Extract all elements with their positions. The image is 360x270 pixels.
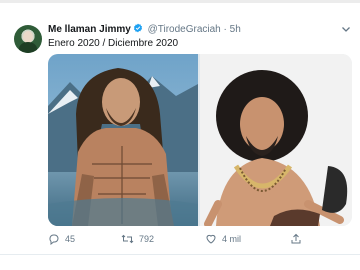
separator-dot: · [223,24,227,35]
author-handle[interactable]: @TirodeGraciah [148,24,221,35]
like-button[interactable]: 4 mil [205,231,241,247]
reply-button[interactable]: 45 [48,231,75,247]
retweet-count: 792 [139,234,155,244]
chevron-down-icon[interactable] [339,22,353,36]
window-top-border [0,0,360,3]
avatar[interactable] [14,25,42,53]
tweet-text: Enero 2020 / Diciembre 2020 [48,38,179,49]
tweet-bottom-divider [0,254,360,255]
tweet-timestamp[interactable]: 5h [230,24,241,35]
tweet-actions: 45 792 4 mil [48,231,352,247]
tweet-header: Me llaman Jimmy @TirodeGraciah · 5h [48,23,241,37]
like-count: 4 mil [222,234,242,244]
avatar-body [19,42,37,53]
media-photo-left[interactable] [48,54,198,226]
share-icon [291,233,301,244]
retweet-button[interactable]: 792 [121,231,154,247]
retweet-icon [121,234,134,244]
share-button[interactable] [290,231,307,247]
media-photo-right[interactable] [200,54,352,226]
author-name[interactable]: Me llaman Jimmy [48,24,131,35]
reply-count: 45 [65,234,76,244]
tweet-media[interactable] [48,54,352,226]
verified-badge-icon [133,23,143,37]
reply-icon [49,234,59,245]
like-icon [206,234,216,244]
